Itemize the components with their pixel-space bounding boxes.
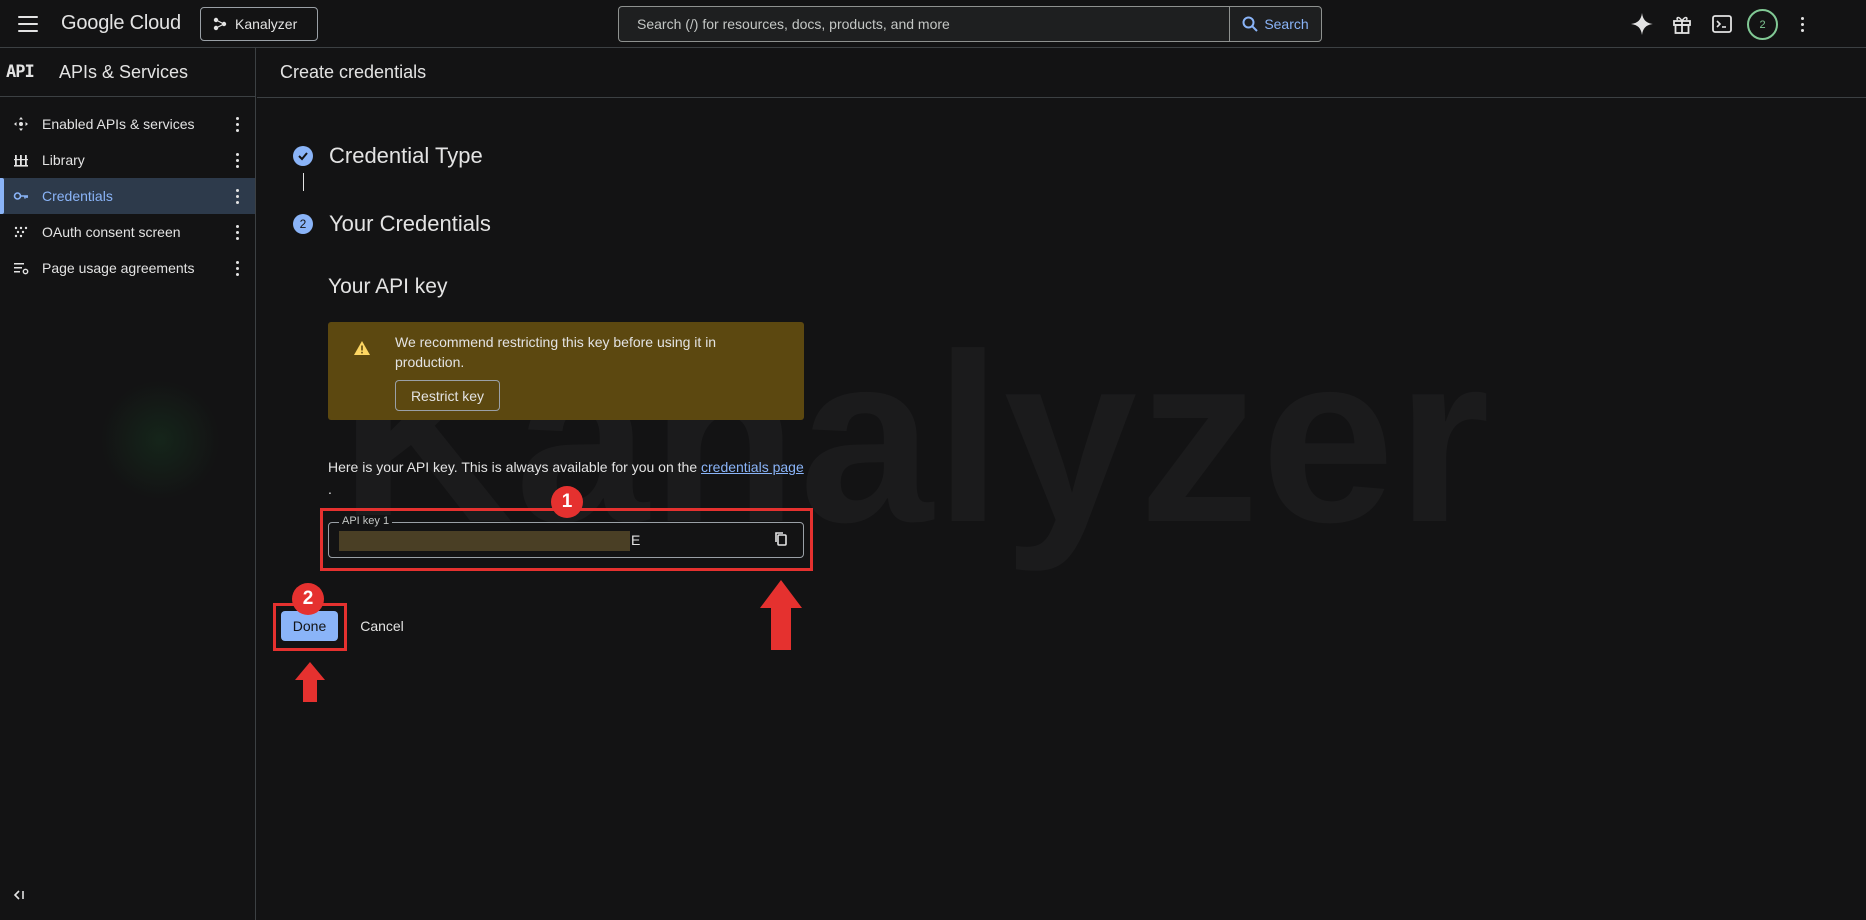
restrict-key-button[interactable]: Restrict key	[395, 380, 500, 411]
api-key-info: Here is your API key. This is always ava…	[328, 459, 804, 475]
step-title: Credential Type	[329, 143, 483, 168]
api-key-heading: Your API key	[328, 275, 448, 298]
search-placeholder: Search (/) for resources, docs, products…	[637, 16, 950, 32]
consent-icon	[12, 223, 30, 241]
sidebar-item-oauth-consent[interactable]: OAuth consent screen	[0, 214, 255, 250]
step-number: 2	[293, 214, 313, 234]
annotation-badge-2: 2	[292, 583, 324, 615]
more-options-icon[interactable]	[227, 184, 247, 208]
annotation-badge-1: 1	[551, 486, 583, 518]
sidebar-item-label: OAuth consent screen	[42, 224, 181, 240]
step-credential-type: Credential Type	[293, 143, 483, 169]
account-avatar[interactable]: 2	[1747, 9, 1778, 40]
step-your-credentials: 2 Your Credentials	[293, 211, 491, 237]
project-icon	[213, 17, 227, 31]
api-logo: API	[6, 62, 35, 82]
annotation-arrow-up-icon	[295, 662, 325, 702]
step-title: Your Credentials	[329, 211, 491, 236]
warning-text: We recommend restricting this key before…	[395, 334, 717, 370]
sidebar-item-label: Library	[42, 152, 85, 168]
sidebar-item-page-usage[interactable]: Page usage agreements	[0, 250, 255, 286]
project-picker-button[interactable]: Kanalyzer	[200, 7, 318, 41]
sidebar-item-enabled-apis[interactable]: Enabled APIs & services	[0, 106, 255, 142]
more-options-icon[interactable]	[227, 148, 247, 172]
cloud-shell-icon[interactable]	[1710, 12, 1734, 36]
search-input[interactable]: Search (/) for resources, docs, products…	[618, 6, 1230, 42]
gift-icon[interactable]	[1670, 12, 1694, 36]
warning-banner: We recommend restricting this key before…	[328, 322, 804, 420]
sidebar-item-label: Page usage agreements	[42, 260, 195, 276]
more-options-icon[interactable]	[1790, 12, 1814, 36]
cancel-button[interactable]: Cancel	[349, 611, 415, 641]
main-menu-button[interactable]	[16, 13, 40, 35]
settings-list-icon	[12, 259, 30, 277]
more-options-icon[interactable]	[227, 112, 247, 136]
sidebar-item-label: Credentials	[42, 188, 113, 204]
sidebar-item-library[interactable]: Library	[0, 142, 255, 178]
sidebar-item-label: Enabled APIs & services	[42, 116, 195, 132]
sidebar-nav: Enabled APIs & services Library Credenti…	[0, 97, 255, 286]
search-button-label: Search	[1264, 16, 1309, 32]
info-period: .	[328, 481, 332, 497]
api-key-info-text: Here is your API key. This is always ava…	[328, 459, 701, 475]
project-name: Kanalyzer	[235, 16, 298, 32]
sidebar-item-credentials[interactable]: Credentials	[0, 178, 255, 214]
more-options-icon[interactable]	[227, 220, 247, 244]
google-cloud-logo[interactable]: Google Cloud	[61, 12, 181, 35]
more-options-icon[interactable]	[227, 256, 247, 280]
sidebar-header: API APIs & Services	[0, 48, 255, 97]
key-icon	[12, 187, 30, 205]
search-icon	[1242, 16, 1259, 32]
sidebar-title: APIs & Services	[59, 61, 189, 82]
credentials-page-link[interactable]: credentials page	[701, 459, 804, 475]
sidebar: API APIs & Services Enabled APIs & servi…	[0, 48, 256, 920]
hub-icon	[12, 115, 30, 133]
page-title: Create credentials	[257, 48, 1866, 98]
collapse-sidebar-icon[interactable]	[12, 888, 30, 906]
library-icon	[12, 151, 30, 169]
gemini-sparkle-icon[interactable]	[1630, 12, 1654, 36]
top-bar: Google Cloud Kanalyzer Search (/) for re…	[0, 0, 1866, 48]
annotation-arrow-up-icon	[760, 580, 802, 650]
search-button[interactable]: Search	[1229, 6, 1322, 42]
step-connector	[303, 173, 304, 191]
warning-icon	[354, 341, 370, 360]
check-icon	[293, 146, 313, 166]
